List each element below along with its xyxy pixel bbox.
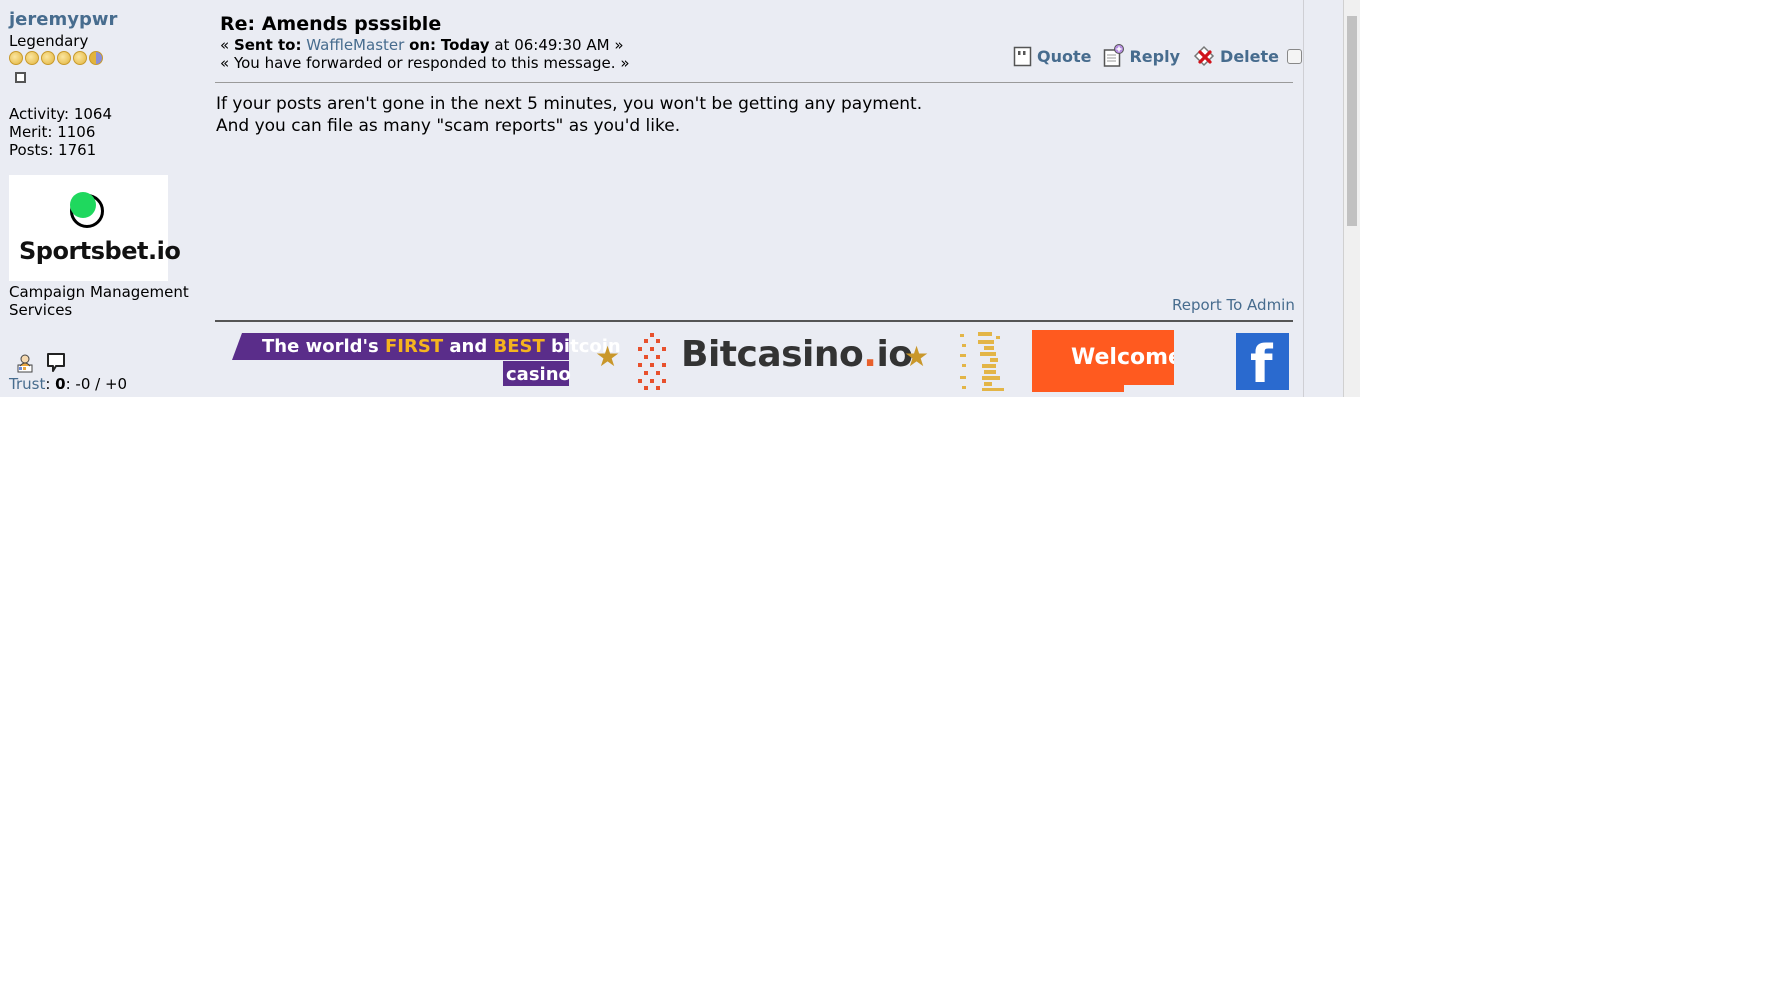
pixel-logo-icon (638, 333, 666, 390)
quote-label: Quote (1037, 46, 1092, 66)
rank-stars (9, 51, 103, 65)
ad-text: The world's (262, 336, 385, 357)
user-trust: Trust: 0: -0 / +0 (9, 375, 128, 393)
trust-label[interactable]: Trust (9, 375, 45, 393)
on-label: on: (409, 36, 437, 54)
profile-icon[interactable] (16, 353, 36, 373)
report-to-admin-link[interactable]: Report To Admin (1172, 296, 1295, 314)
trust-value: 0 (55, 375, 66, 393)
coin-star-half-icon (89, 51, 103, 65)
select-message-checkbox[interactable] (1287, 48, 1302, 64)
sent-to-label: Sent to: (233, 36, 302, 54)
avatar-logo-dot (70, 192, 96, 218)
username-link[interactable]: jeremypwr (9, 9, 117, 30)
user-posts: Posts: 1761 (9, 141, 97, 159)
message-body: If your posts aren't gone in the next 5 … (216, 94, 923, 136)
reply-label: Reply (1129, 46, 1181, 66)
ad-tagline-line1: The world's FIRST and BEST bitcoin (262, 336, 621, 357)
checkbox-icon (15, 72, 26, 83)
ad-welcome-text: Welcome (1071, 345, 1183, 370)
ad-best-text: BEST (493, 336, 545, 357)
header-divider (215, 82, 1293, 83)
delete-icon (1193, 45, 1215, 67)
ad-first-text: FIRST (385, 336, 444, 357)
coin-star-icon (25, 51, 39, 65)
message-date: Today (440, 36, 490, 54)
ad-welcome-box: Welcome (1032, 330, 1174, 392)
avatar: Sportsbet.io (9, 175, 181, 281)
ad-brand-name: Bitcasino.io (681, 334, 913, 375)
user-activity: Activity: 1064 (9, 105, 113, 123)
star-icon: ★ (904, 340, 930, 373)
ad-text: and (443, 336, 494, 357)
reply-button[interactable]: Reply (1103, 44, 1180, 68)
recipient-link[interactable]: WaffleMaster (306, 36, 404, 54)
coin-star-icon (57, 51, 71, 65)
facebook-icon: f (1236, 333, 1289, 395)
message-meta: « Sent to: WaffleMaster on: Today at 06:… (220, 36, 624, 54)
coin-star-icon (73, 51, 87, 65)
message-icon[interactable] (46, 352, 66, 374)
ad-brand-text: Bitcasino (681, 334, 864, 375)
scrollbar-thumb[interactable] (1347, 16, 1357, 226)
user-merit: Merit: 1106 (9, 123, 96, 141)
reply-icon (1104, 44, 1125, 67)
quote-icon (1013, 46, 1032, 67)
bitcoin-pixel-icon (960, 332, 1004, 391)
quote-button[interactable]: Quote (1013, 45, 1091, 67)
message-subject[interactable]: Re: Amends psssible (220, 13, 441, 35)
delete-button[interactable]: Delete (1192, 44, 1279, 68)
message-time: at 06:49:30 AM (494, 36, 610, 54)
scrollbar[interactable] (1343, 0, 1360, 397)
user-rank: Legendary (9, 32, 89, 50)
column-divider (1303, 0, 1304, 397)
user-personal-text: Campaign Management Services (9, 283, 189, 319)
signature-ad-banner[interactable]: The world's FIRST and BEST bitcoin casin… (232, 330, 1292, 395)
trust-details: : -0 / +0 (65, 375, 128, 393)
coin-star-icon (9, 51, 23, 65)
avatar-text: Sportsbet.io (19, 237, 181, 265)
ad-brand-dot: . (863, 334, 877, 375)
ad-tagline-line2: casino (506, 364, 571, 385)
message-actions: Quote Reply Delete (1013, 44, 1302, 68)
coin-star-icon (41, 51, 55, 65)
signature-divider (215, 320, 1293, 322)
star-icon: ★ (595, 340, 621, 373)
delete-label: Delete (1220, 46, 1279, 66)
message-status: « You have forwarded or responded to thi… (220, 54, 630, 72)
